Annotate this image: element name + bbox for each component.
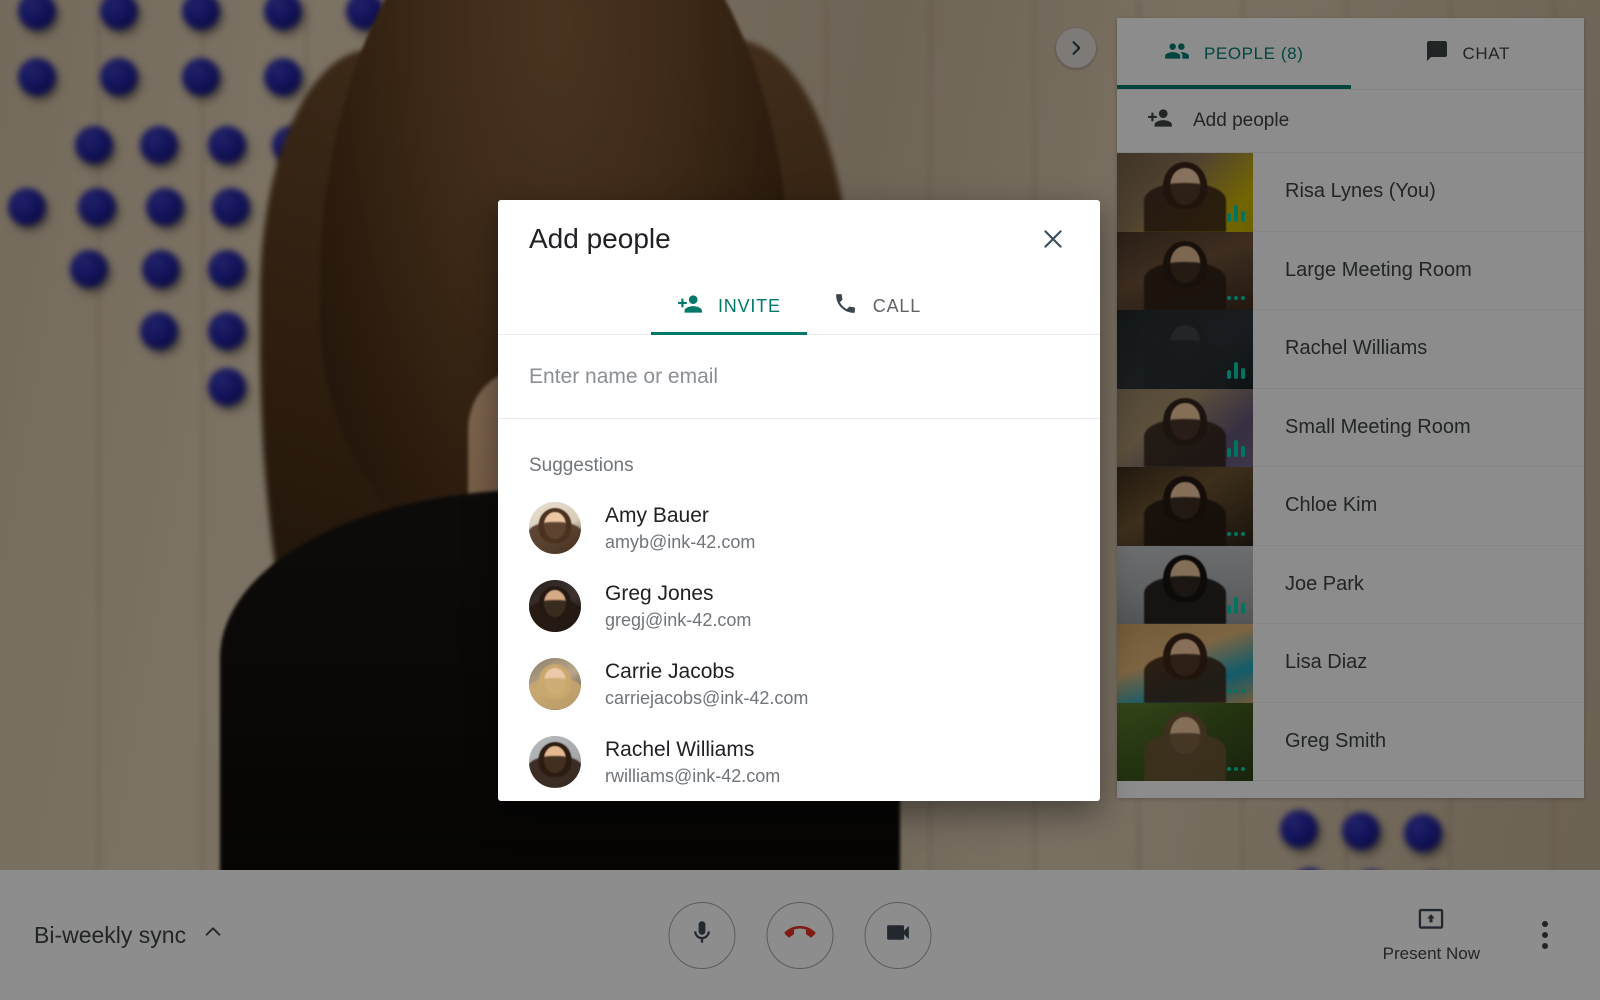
tab-call[interactable]: CALL xyxy=(807,278,947,334)
tab-invite-label: INVITE xyxy=(718,296,781,317)
suggestion-item[interactable]: Carrie Jacobs carriejacobs@ink-42.com xyxy=(498,645,1100,723)
name-or-email-input[interactable] xyxy=(529,365,1069,389)
avatar xyxy=(529,502,581,554)
suggestion-email: gregj@ink-42.com xyxy=(605,610,751,631)
suggestion-name: Amy Bauer xyxy=(605,504,755,528)
tab-invite[interactable]: INVITE xyxy=(651,278,807,334)
person-add-icon xyxy=(677,291,703,322)
suggestion-name: Carrie Jacobs xyxy=(605,660,808,684)
close-icon[interactable] xyxy=(1036,222,1070,256)
dialog-tabs: INVITE CALL xyxy=(498,278,1100,335)
tab-call-label: CALL xyxy=(873,296,921,317)
suggestion-item[interactable]: Amy Bauer amyb@ink-42.com xyxy=(498,489,1100,567)
suggestions-label: Suggestions xyxy=(498,419,1100,489)
phone-icon xyxy=(833,291,858,321)
invite-input-wrap xyxy=(498,335,1100,419)
dialog-header: Add people xyxy=(498,200,1100,278)
suggestion-item[interactable]: Rachel Williams rwilliams@ink-42.com xyxy=(498,723,1100,801)
dialog-title: Add people xyxy=(529,223,1036,255)
avatar xyxy=(529,736,581,788)
avatar xyxy=(529,658,581,710)
suggestion-name: Greg Jones xyxy=(605,582,751,606)
suggestion-email: carriejacobs@ink-42.com xyxy=(605,688,808,709)
suggestion-list[interactable]: Amy Bauer amyb@ink-42.com Greg Jones gregj@… xyxy=(498,489,1100,801)
suggestion-email: amyb@ink-42.com xyxy=(605,532,755,553)
add-people-dialog: Add people INVITE CALL Suggestions Amy B… xyxy=(498,200,1100,801)
suggestion-name: Rachel Williams xyxy=(605,738,780,762)
suggestion-email: rwilliams@ink-42.com xyxy=(605,766,780,787)
suggestion-item[interactable]: Greg Jones gregj@ink-42.com xyxy=(498,567,1100,645)
avatar xyxy=(529,580,581,632)
